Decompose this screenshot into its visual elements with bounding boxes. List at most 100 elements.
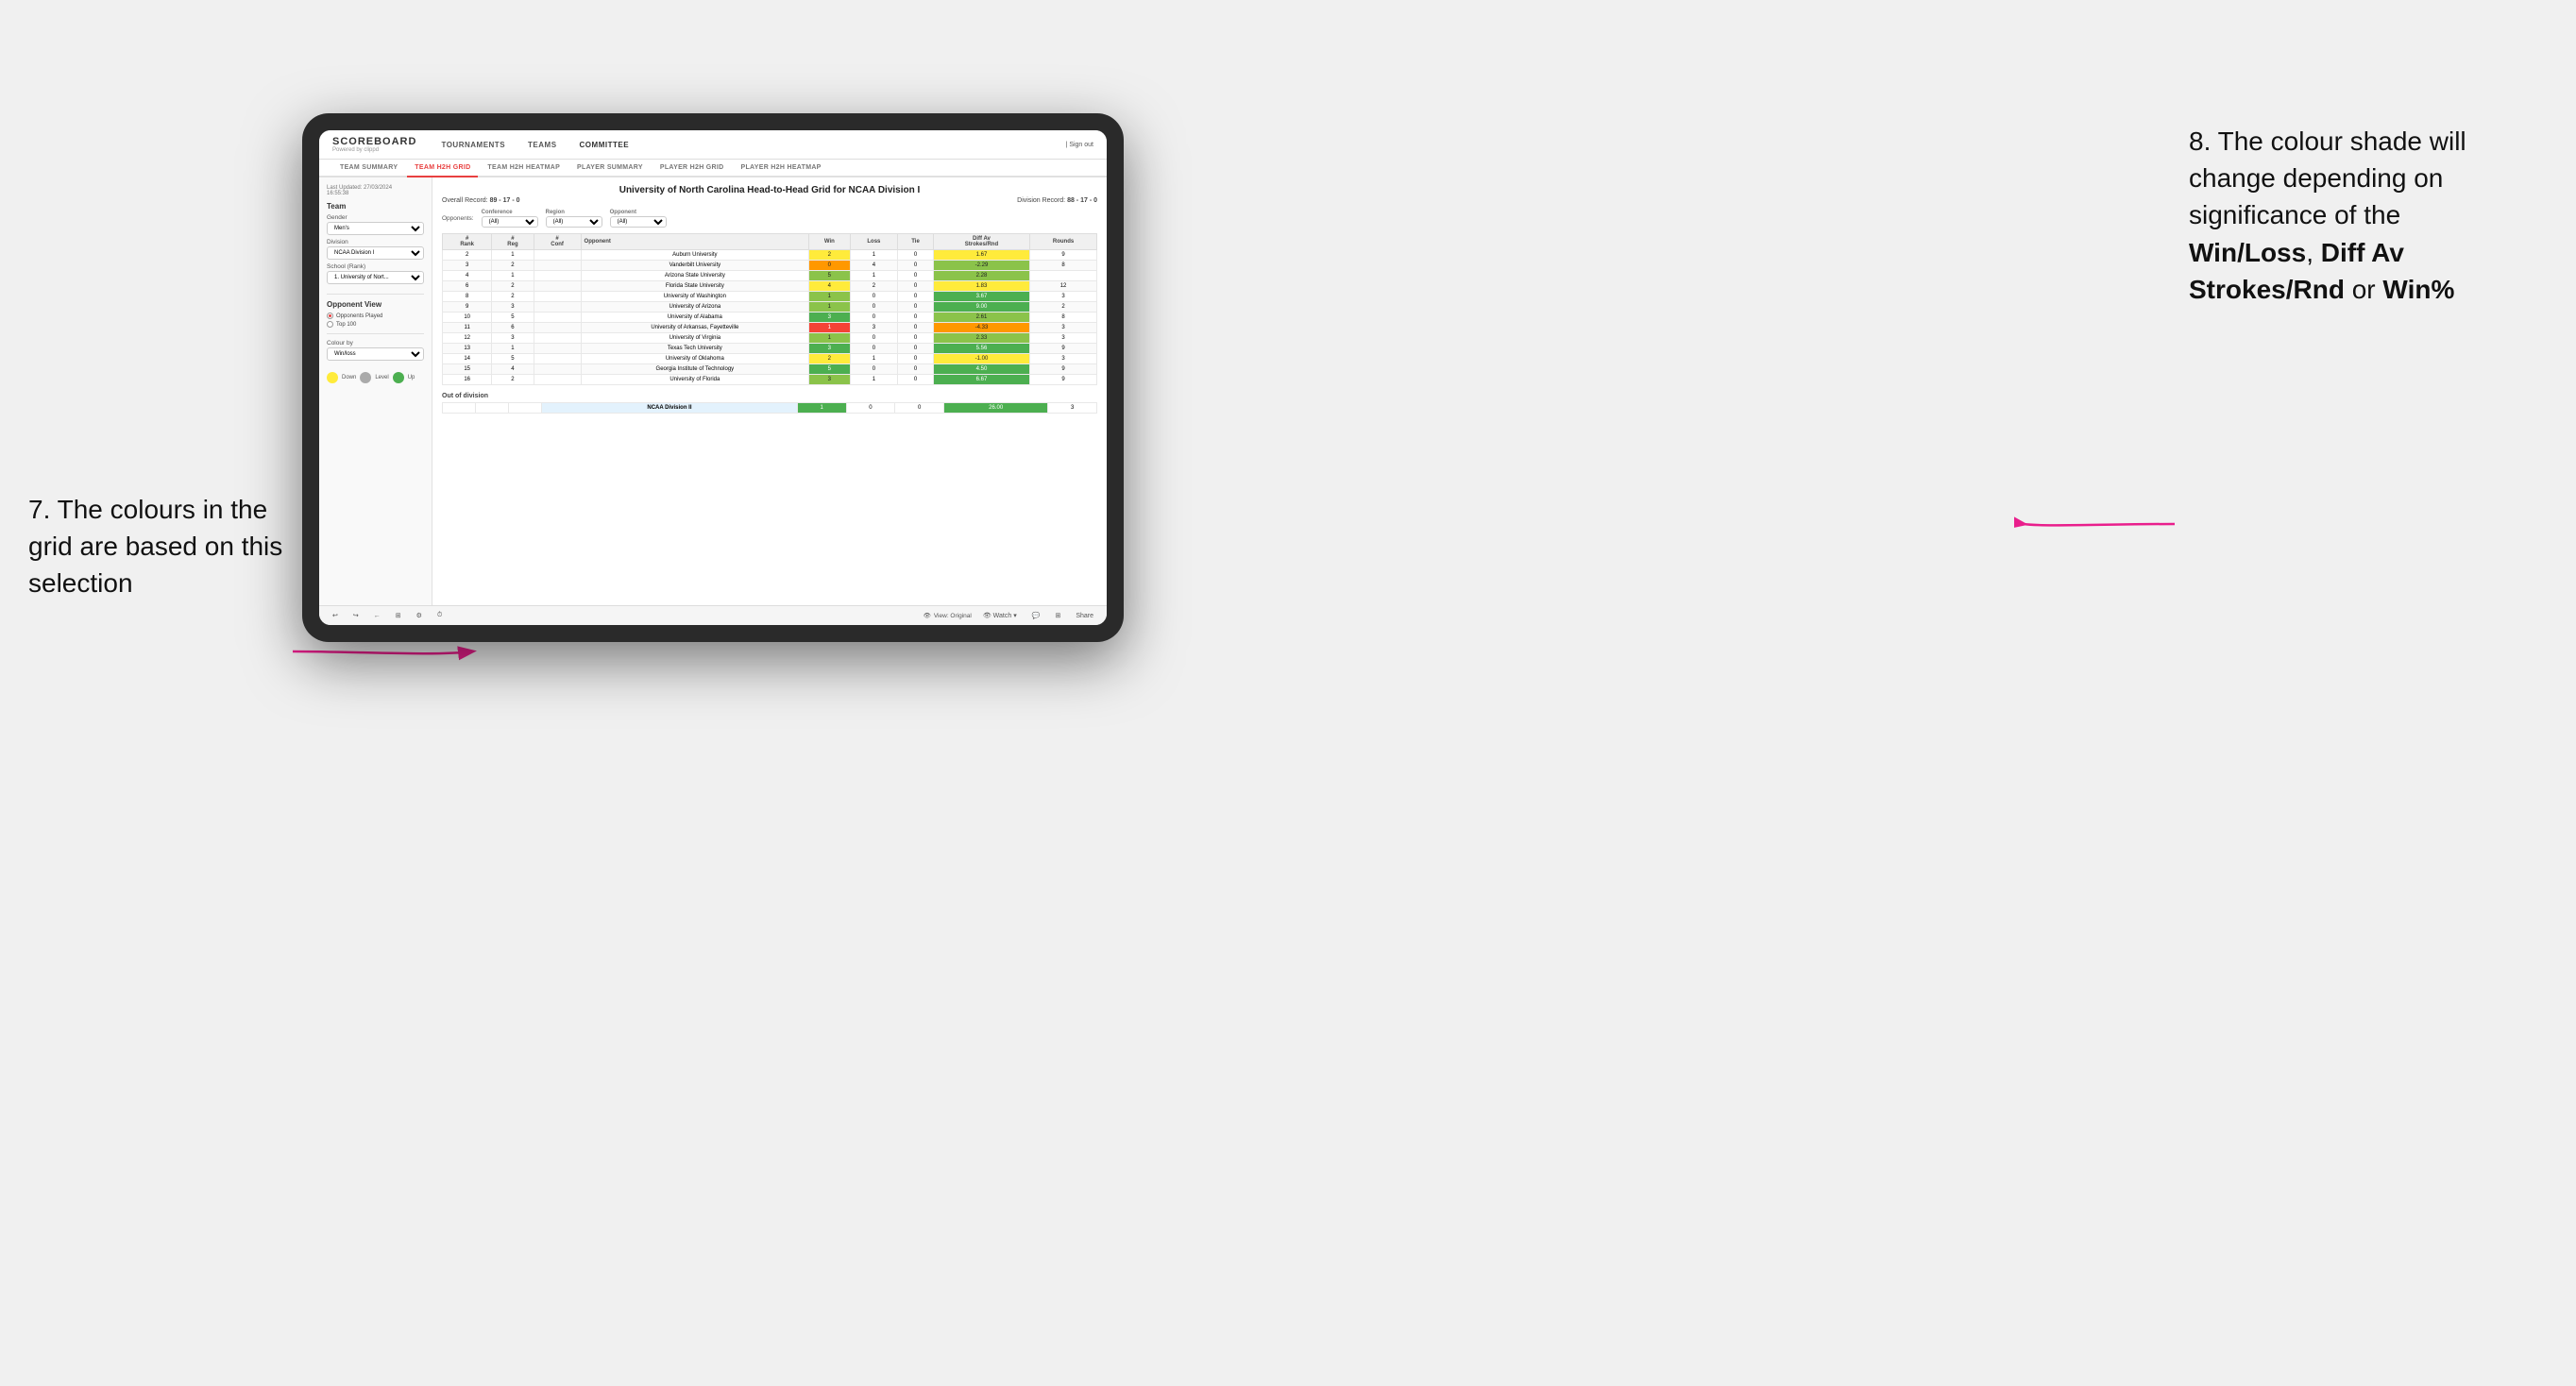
tab-team-h2h-grid[interactable]: TEAM H2H GRID (407, 160, 478, 177)
cell-rounds: 12 (1030, 281, 1097, 292)
cell-rank: 6 (443, 281, 492, 292)
col-opponent: Opponent (581, 234, 809, 250)
cell-tie: 0 (898, 375, 934, 385)
toolbar-comment[interactable]: 💬 (1028, 610, 1044, 621)
school-select[interactable]: 1. University of Nort... (327, 271, 424, 284)
cell-conf (534, 333, 581, 344)
cell-rank: 16 (443, 375, 492, 385)
filter-opponent: Opponent (All) (610, 210, 667, 228)
radio-group: Opponents Played Top 100 (327, 313, 424, 328)
col-rounds: Rounds (1030, 234, 1097, 250)
cell-name: Arizona State University (581, 271, 809, 281)
filter-region-select[interactable]: (All) (546, 216, 602, 228)
cell-loss: 0 (850, 344, 898, 354)
filter-row: Opponents: Conference (All) Region (All) (442, 210, 1097, 228)
cell-diff: -4.33 (933, 323, 1029, 333)
view-icon: 👁 (924, 612, 931, 619)
opponent-view-title: Opponent View (327, 300, 424, 309)
cell-reg: 4 (492, 364, 534, 375)
cell-rounds (1030, 271, 1097, 281)
colour-by-select[interactable]: Win/loss (327, 347, 424, 361)
tab-player-summary[interactable]: PLAYER SUMMARY (569, 160, 651, 177)
cell-loss: 1 (850, 250, 898, 261)
cell-loss: 0 (850, 292, 898, 302)
annotation-winpct: Win% (2382, 275, 2454, 304)
cell-rank: 12 (443, 333, 492, 344)
nav-committee[interactable]: COMMITTEE (576, 139, 634, 151)
tab-team-h2h-heatmap[interactable]: TEAM H2H HEATMAP (480, 160, 568, 177)
sidebar: Last Updated: 27/03/2024 16:55:38 Team G… (319, 177, 432, 605)
cell-loss: 1 (850, 375, 898, 385)
tab-player-h2h-heatmap[interactable]: PLAYER H2H HEATMAP (734, 160, 829, 177)
logo-area: SCOREBOARD Powered by clippd (332, 136, 416, 153)
cell-rank: 13 (443, 344, 492, 354)
toolbar-redo[interactable]: ↪ (349, 610, 363, 621)
cell-diff: 9.00 (933, 302, 1029, 313)
cell-win: 5 (809, 364, 850, 375)
cell-rank (443, 403, 476, 414)
cell-reg: 3 (492, 333, 534, 344)
cell-reg: 2 (492, 281, 534, 292)
cell-conf (534, 323, 581, 333)
grid-subtitle: Overall Record: 89 - 17 - 0 Division Rec… (442, 197, 1097, 204)
toolbar-watch[interactable]: 👁 Watch ▾ (979, 610, 1021, 621)
cell-reg: 5 (492, 354, 534, 364)
nav-tournaments[interactable]: TOURNAMENTS (437, 139, 509, 151)
radio-dot-top100 (327, 321, 333, 328)
filter-conference-select[interactable]: (All) (482, 216, 538, 228)
view-original[interactable]: 👁 View: Original (924, 612, 972, 619)
cell-win: 1 (809, 333, 850, 344)
cell-tie: 0 (898, 313, 934, 323)
toolbar-settings[interactable]: ⚙ (413, 610, 426, 621)
cell-diff: 1.67 (933, 250, 1029, 261)
cell-win: 1 (809, 302, 850, 313)
cell-rank: 2 (443, 250, 492, 261)
cell-tie: 0 (898, 281, 934, 292)
toolbar-undo[interactable]: ↩ (329, 610, 342, 621)
cell-rounds: 2 (1030, 302, 1097, 313)
logo-text: SCOREBOARD (332, 136, 416, 147)
gender-select[interactable]: Men's (327, 222, 424, 235)
cell-name: University of Arizona (581, 302, 809, 313)
tab-player-h2h-grid[interactable]: PLAYER H2H GRID (652, 160, 732, 177)
data-table: #Rank #Reg #Conf Opponent Win Loss Tie D… (442, 233, 1097, 385)
cell-conf (534, 313, 581, 323)
cell-win: 1 (797, 403, 846, 414)
school-label: School (Rank) (327, 263, 424, 270)
cell-rank: 11 (443, 323, 492, 333)
cell-name: Florida State University (581, 281, 809, 292)
cell-diff: 3.67 (933, 292, 1029, 302)
nav-teams[interactable]: TEAMS (524, 139, 561, 151)
cell-rank: 4 (443, 271, 492, 281)
toolbar-clock[interactable]: ⏱ (433, 610, 446, 621)
tab-team-summary[interactable]: TEAM SUMMARY (332, 160, 405, 177)
out-division-table: NCAA Division II 1 0 0 26.00 3 (442, 402, 1097, 414)
toolbar-back[interactable]: ← (370, 611, 384, 621)
table-row: 12 3 University of Virginia 1 0 0 2.33 3 (443, 333, 1097, 344)
cell-loss: 1 (850, 354, 898, 364)
cell-name: University of Oklahoma (581, 354, 809, 364)
toolbar-copy[interactable]: ⊞ (392, 610, 405, 621)
cell-rounds: 3 (1048, 403, 1097, 414)
cell-diff: 26.00 (944, 403, 1048, 414)
annotation-left: 7. The colours in the grid are based on … (28, 491, 293, 602)
col-rank: #Rank (443, 234, 492, 250)
cell-tie: 0 (898, 364, 934, 375)
radio-top100[interactable]: Top 100 (327, 321, 424, 328)
filter-opponent-select[interactable]: (All) (610, 216, 667, 228)
radio-opponents-played[interactable]: Opponents Played (327, 313, 424, 319)
cell-diff: 2.28 (933, 271, 1029, 281)
cell-rank: 9 (443, 302, 492, 313)
cell-win: 2 (809, 250, 850, 261)
division-select[interactable]: NCAA Division I (327, 246, 424, 260)
toolbar-grid-icon[interactable]: ⊞ (1051, 610, 1064, 621)
cell-win: 3 (809, 313, 850, 323)
table-row: 3 2 Vanderbilt University 0 4 0 -2.29 8 (443, 261, 1097, 271)
cell-win: 2 (809, 354, 850, 364)
legend-level-dot (360, 372, 371, 383)
sign-out-link[interactable]: | Sign out (1066, 142, 1093, 148)
table-row: 15 4 Georgia Institute of Technology 5 0… (443, 364, 1097, 375)
cell-loss: 1 (850, 271, 898, 281)
toolbar-share[interactable]: Share (1072, 611, 1097, 621)
cell-tie: 0 (898, 344, 934, 354)
